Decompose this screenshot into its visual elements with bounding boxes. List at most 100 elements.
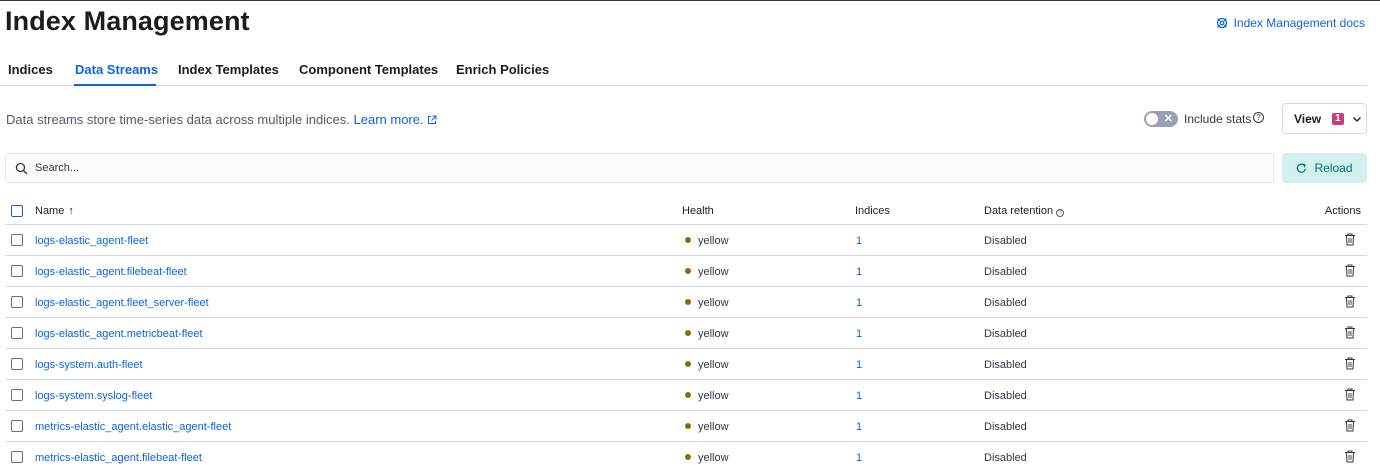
trash-icon[interactable] [1344,357,1356,370]
view-button[interactable]: View 1 [1282,103,1367,134]
data-retention-value: Disabled [984,452,1027,464]
health-status: yellow [685,452,729,464]
health-label: yellow [698,421,729,433]
indices-count-link[interactable]: 1 [856,421,862,433]
search-bar [5,153,1274,183]
indices-count-link[interactable]: 1 [856,297,862,309]
column-header-retention: Data retention? [984,205,1065,217]
toggle-off-icon: ✕ [1163,113,1173,125]
column-header-health: Health [682,205,714,217]
table-row: logs-elastic_agent.filebeat-fleet yellow… [5,256,1367,287]
health-dot [685,237,691,243]
page-title: Index Management [5,6,250,36]
trash-icon[interactable] [1344,326,1356,339]
search-icon [15,162,28,174]
select-all-checkbox[interactable] [11,205,23,217]
data-retention-value: Disabled [984,297,1027,309]
health-label: yellow [698,452,729,464]
data-retention-value: Disabled [984,359,1027,371]
tab-component-templates[interactable]: Component Templates [299,62,438,77]
question-icon[interactable]: ? [1056,209,1065,217]
table-row: logs-elastic_agent.fleet_server-fleet ye… [5,287,1367,318]
data-stream-name-link[interactable]: metrics-elastic_agent.filebeat-fleet [35,452,202,464]
indices-count-link[interactable]: 1 [856,390,862,402]
tab-data-streams[interactable]: Data Streams [75,62,158,77]
column-header-name-label: Name [35,205,65,217]
indices-count-link[interactable]: 1 [856,359,862,371]
table-row: logs-elastic_agent.metricbeat-fleet yell… [5,318,1367,349]
health-dot [685,299,691,305]
trash-icon[interactable] [1344,450,1356,463]
health-status: yellow [685,390,729,402]
trash-icon[interactable] [1344,295,1356,308]
health-status: yellow [685,359,729,371]
health-label: yellow [698,266,729,278]
table-row: logs-system.auth-fleet yellow 1 Disabled [5,349,1367,380]
description-text: Data streams store time-series data acro… [6,112,354,127]
row-checkbox[interactable] [11,296,23,308]
health-dot [685,423,691,429]
data-retention-value: Disabled [984,235,1027,247]
data-retention-value: Disabled [984,266,1027,278]
tab-bar: Indices Data Streams Index Templates Com… [0,53,1367,86]
tab-enrich-policies[interactable]: Enrich Policies [456,62,549,77]
table-row: logs-elastic_agent-fleet yellow 1 Disabl… [5,225,1367,256]
trash-icon[interactable] [1344,388,1356,401]
reload-button[interactable]: Reload [1282,153,1367,183]
row-checkbox[interactable] [11,234,23,246]
health-dot [685,361,691,367]
health-dot [685,330,691,336]
tab-index-templates[interactable]: Index Templates [178,62,279,77]
docs-icon [1216,17,1227,29]
chevron-down-icon [1352,116,1361,122]
row-checkbox[interactable] [11,420,23,432]
trash-icon[interactable] [1344,419,1356,432]
health-status: yellow [685,235,729,247]
tab-indices[interactable]: Indices [8,62,53,77]
docs-link[interactable]: Index Management docs [1216,16,1365,30]
health-label: yellow [698,390,729,402]
external-link-icon [427,115,437,124]
include-stats-label: Include stats [1184,112,1252,126]
row-checkbox[interactable] [11,265,23,277]
question-icon[interactable]: ? [1253,112,1264,123]
health-status: yellow [685,266,729,278]
refresh-icon [1297,162,1307,173]
health-status: yellow [685,328,729,340]
data-streams-table: Name ↑ Health Indices Data retention? Act… [5,197,1367,472]
data-retention-value: Disabled [984,328,1027,340]
learn-more-link[interactable]: Learn more. [354,112,424,127]
data-stream-name-link[interactable]: logs-system.syslog-fleet [35,390,152,402]
data-stream-name-link[interactable]: logs-elastic_agent.filebeat-fleet [35,266,187,278]
data-stream-name-link[interactable]: logs-elastic_agent.fleet_server-fleet [35,297,209,309]
docs-link-label: Index Management docs [1233,16,1365,30]
data-stream-name-link[interactable]: logs-elastic_agent-fleet [35,235,148,247]
health-dot [685,392,691,398]
row-checkbox[interactable] [11,451,23,463]
health-label: yellow [698,235,729,247]
data-stream-name-link[interactable]: metrics-elastic_agent.elastic_agent-flee… [35,421,231,433]
include-stats-toggle[interactable]: ✕ [1144,111,1178,127]
data-stream-name-link[interactable]: logs-system.auth-fleet [35,359,143,371]
row-checkbox[interactable] [11,358,23,370]
active-tab-indicator [74,84,156,86]
data-retention-value: Disabled [984,390,1027,402]
indices-count-link[interactable]: 1 [856,235,862,247]
column-header-name[interactable]: Name ↑ [35,205,74,217]
trash-icon[interactable] [1344,264,1356,277]
row-checkbox[interactable] [11,389,23,401]
trash-icon[interactable] [1344,233,1356,246]
data-stream-name-link[interactable]: logs-elastic_agent.metricbeat-fleet [35,328,203,340]
indices-count-link[interactable]: 1 [856,266,862,278]
search-input[interactable] [35,162,1235,174]
indices-count-link[interactable]: 1 [856,328,862,340]
health-status: yellow [685,297,729,309]
indices-count-link[interactable]: 1 [856,452,862,464]
table-header: Name ↑ Health Indices Data retention? Act… [5,197,1367,225]
view-count-badge: 1 [1332,112,1344,125]
health-label: yellow [698,328,729,340]
row-checkbox[interactable] [11,327,23,339]
sort-ascending-icon: ↑ [68,205,74,217]
reload-button-label: Reload [1314,161,1353,175]
table-row: metrics-elastic_agent.elastic_agent-flee… [5,411,1367,442]
